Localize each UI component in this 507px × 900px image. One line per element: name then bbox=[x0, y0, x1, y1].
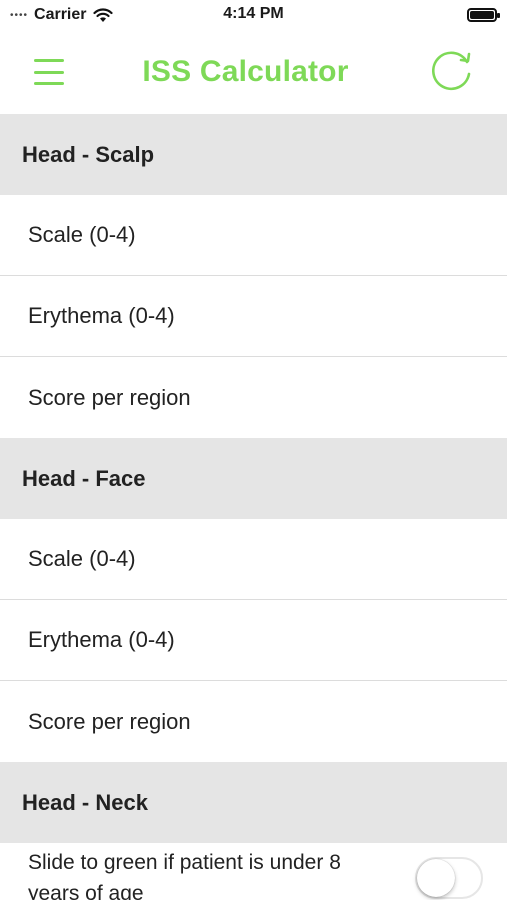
battery-icon bbox=[467, 8, 500, 22]
wifi-icon bbox=[92, 7, 113, 22]
face-scale-input[interactable]: Scale (0-4) bbox=[0, 519, 507, 600]
carrier-label: Carrier bbox=[34, 6, 87, 23]
status-bar: •••• Carrier 4:14 PM bbox=[0, 0, 507, 30]
section-header-head-neck: Head - Neck bbox=[0, 762, 507, 843]
section-header-head-scalp: Head - Scalp bbox=[0, 114, 507, 195]
status-left: •••• Carrier bbox=[10, 6, 113, 24]
hamburger-menu-icon[interactable] bbox=[34, 59, 64, 85]
face-erythema-input[interactable]: Erythema (0-4) bbox=[0, 600, 507, 681]
signal-strength-icon: •••• bbox=[10, 9, 29, 21]
page-title: ISS Calculator bbox=[142, 55, 349, 88]
toggle-knob bbox=[417, 859, 455, 897]
scalp-scale-input[interactable]: Scale (0-4) bbox=[0, 195, 507, 276]
navigation-bar: ISS Calculator bbox=[0, 30, 507, 114]
face-score-per-region-input[interactable]: Score per region bbox=[0, 681, 507, 762]
scalp-erythema-input[interactable]: Erythema (0-4) bbox=[0, 276, 507, 357]
age-toggle-label: Slide to green if patient is under 8 yea… bbox=[28, 851, 341, 900]
under-8-toggle-switch[interactable] bbox=[415, 857, 483, 899]
section-header-head-face: Head - Face bbox=[0, 438, 507, 519]
scalp-score-per-region-input[interactable]: Score per region bbox=[0, 357, 507, 438]
age-toggle-row: Slide to green if patient is under 8 yea… bbox=[0, 843, 507, 900]
refresh-icon[interactable] bbox=[427, 48, 475, 96]
